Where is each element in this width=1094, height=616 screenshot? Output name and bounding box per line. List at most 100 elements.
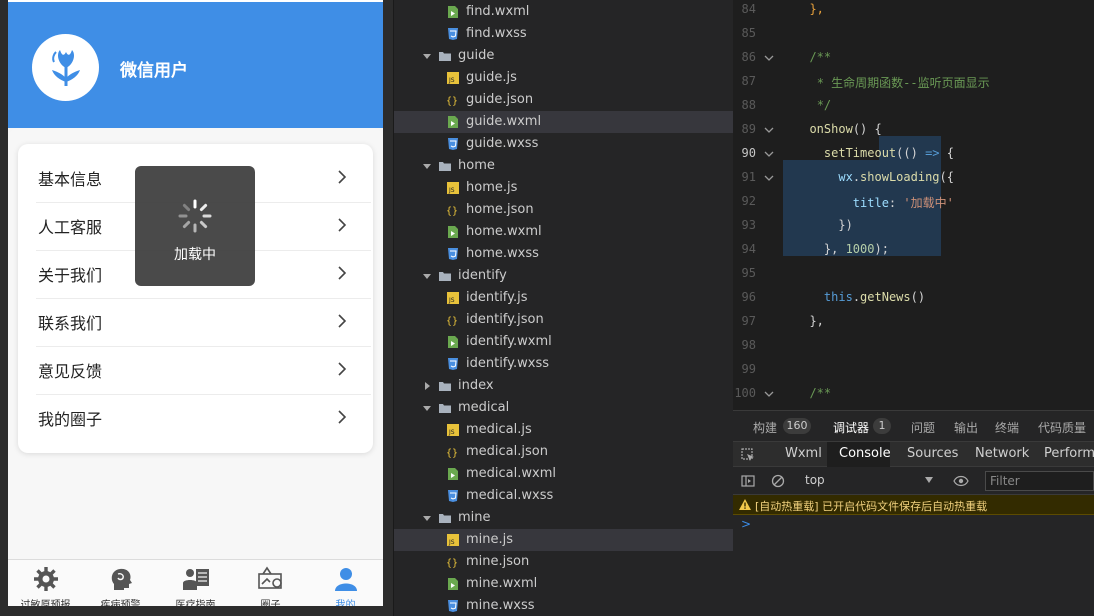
- tab-disease-warning[interactable]: 疾病预警: [83, 560, 158, 606]
- tab-circle[interactable]: 圈子: [233, 560, 308, 606]
- context-selector[interactable]: top: [805, 473, 825, 487]
- tab-medical-guide[interactable]: 医疗指南: [158, 560, 233, 606]
- chevron-down-icon[interactable]: [422, 51, 432, 61]
- eye-icon[interactable]: [953, 475, 969, 487]
- tree-file[interactable]: find.wxml: [394, 1, 733, 23]
- console-prompt[interactable]: >: [741, 517, 751, 531]
- menu-item-contact-us[interactable]: 联系我们: [18, 298, 373, 346]
- tree-item-label: medical.wxss: [466, 488, 554, 503]
- tree-file[interactable]: medical.wxss: [394, 485, 733, 507]
- tree-file[interactable]: {} mine.json: [394, 551, 733, 573]
- tree-file[interactable]: {} guide.json: [394, 89, 733, 111]
- tab-terminal[interactable]: 终端: [995, 419, 1019, 436]
- tree-item-label: medical.js: [466, 422, 532, 437]
- tree-file[interactable]: JS identify.js: [394, 287, 733, 309]
- chevron-down-icon[interactable]: [422, 403, 432, 413]
- tree-file[interactable]: JS home.js: [394, 177, 733, 199]
- tree-folder[interactable]: home: [394, 155, 733, 177]
- tree-folder[interactable]: index: [394, 375, 733, 397]
- tree-item-label: guide.wxss: [466, 136, 539, 151]
- tree-item-label: identify: [458, 268, 507, 283]
- svg-text:JS: JS: [448, 297, 455, 304]
- fold-chevron-icon[interactable]: [764, 149, 774, 159]
- chevron-right-icon: [338, 410, 347, 424]
- clear-console-icon[interactable]: [771, 474, 785, 488]
- devtab-performance[interactable]: Performa: [1044, 446, 1094, 461]
- tree-item-label: home.js: [466, 180, 518, 195]
- tree-folder[interactable]: medical: [394, 397, 733, 419]
- line-number: 87: [741, 74, 756, 88]
- line-number: 93: [741, 218, 756, 232]
- tree-item-label: find.wxml: [466, 4, 530, 19]
- tree-file[interactable]: JS mine.js: [394, 529, 733, 551]
- fold-chevron-icon[interactable]: [764, 53, 774, 63]
- tree-file[interactable]: guide.wxss: [394, 133, 733, 155]
- warning-message: [自动热重载] 已开启代码文件保存后自动热重载: [755, 500, 988, 513]
- devtab-wxml[interactable]: Wxml: [785, 446, 822, 461]
- gear-icon: [33, 567, 58, 591]
- menu-item-label: 基本信息: [38, 170, 103, 189]
- code-editor[interactable]: 84 }, 85 86 /** 87 * 生命周期函数--监听页面显示 88 */89 …: [733, 0, 1094, 410]
- tree-file[interactable]: JS guide.js: [394, 67, 733, 89]
- tree-file[interactable]: identify.wxml: [394, 331, 733, 353]
- debugger-count-badge: 1: [873, 418, 891, 434]
- code-line: wx.showLoading({: [838, 170, 954, 184]
- filter-input[interactable]: Filter: [985, 471, 1094, 491]
- tree-folder[interactable]: guide: [394, 45, 733, 67]
- line-number: 88: [741, 98, 756, 112]
- tree-file[interactable]: mine.wxss: [394, 595, 733, 616]
- tree-file[interactable]: guide.wxml: [394, 111, 733, 133]
- menu-item-my-circle[interactable]: 我的圈子: [18, 394, 373, 442]
- tab-output[interactable]: 输出: [954, 419, 978, 436]
- tree-folder[interactable]: identify: [394, 265, 733, 287]
- svg-text:JS: JS: [448, 429, 455, 436]
- chevron-down-icon[interactable]: [422, 161, 432, 171]
- tree-file[interactable]: {} home.json: [394, 199, 733, 221]
- tab-allergen-forecast[interactable]: 过敏原预报: [8, 560, 83, 606]
- tree-file[interactable]: identify.wxss: [394, 353, 733, 375]
- tab-problems[interactable]: 问题: [911, 419, 935, 436]
- chevron-right-icon[interactable]: [422, 381, 432, 391]
- devtab-console[interactable]: Console: [839, 446, 891, 461]
- username: 微信用户: [120, 61, 188, 81]
- fold-chevron-icon[interactable]: [764, 173, 774, 183]
- menu-item-feedback[interactable]: 意见反馈: [18, 346, 373, 394]
- wxml-file-icon: [448, 336, 458, 348]
- wxss-file-icon: [448, 358, 458, 370]
- tab-mine[interactable]: 我的: [308, 560, 383, 606]
- sidebar-toggle-icon[interactable]: [741, 474, 755, 488]
- tree-item-label: medical: [458, 400, 510, 415]
- tree-item-label: guide.json: [466, 92, 534, 107]
- tab-build[interactable]: 构建: [753, 419, 777, 436]
- tree-item-label: home: [458, 158, 495, 173]
- tree-file[interactable]: home.wxml: [394, 221, 733, 243]
- tree-item-label: medical.json: [466, 444, 548, 459]
- devtab-sources[interactable]: Sources: [907, 446, 958, 461]
- tree-item-label: index: [458, 378, 494, 393]
- tree-item-label: identify.wxml: [466, 334, 552, 349]
- panel-tab-strip: 构建 160 调试器 1 问题 输出 终端 代码质量: [733, 411, 1094, 441]
- tree-file[interactable]: find.wxss: [394, 23, 733, 45]
- tree-file[interactable]: mine.wxml: [394, 573, 733, 595]
- devtab-network[interactable]: Network: [975, 446, 1029, 461]
- tab-debugger[interactable]: 调试器: [833, 419, 869, 436]
- svg-text:{}: {}: [446, 558, 458, 569]
- tree-file[interactable]: home.wxss: [394, 243, 733, 265]
- avatar[interactable]: [32, 34, 99, 101]
- inspect-element-icon[interactable]: [741, 448, 755, 462]
- tree-file[interactable]: medical.wxml: [394, 463, 733, 485]
- tab-code-quality[interactable]: 代码质量: [1038, 419, 1086, 436]
- tree-folder[interactable]: mine: [394, 507, 733, 529]
- tree-file[interactable]: JS medical.js: [394, 419, 733, 441]
- chevron-down-icon[interactable]: [422, 513, 432, 523]
- menu-item-label: 人工客服: [38, 218, 103, 237]
- community-icon: [257, 566, 282, 589]
- chevron-down-icon[interactable]: [422, 271, 432, 281]
- line-number: 86: [741, 50, 756, 64]
- tree-item-label: mine: [458, 510, 491, 525]
- tree-file[interactable]: {} identify.json: [394, 309, 733, 331]
- fold-chevron-icon[interactable]: [764, 125, 774, 135]
- fold-chevron-icon[interactable]: [764, 389, 774, 399]
- tree-file[interactable]: {} medical.json: [394, 441, 733, 463]
- spinner-icon: [178, 199, 212, 233]
